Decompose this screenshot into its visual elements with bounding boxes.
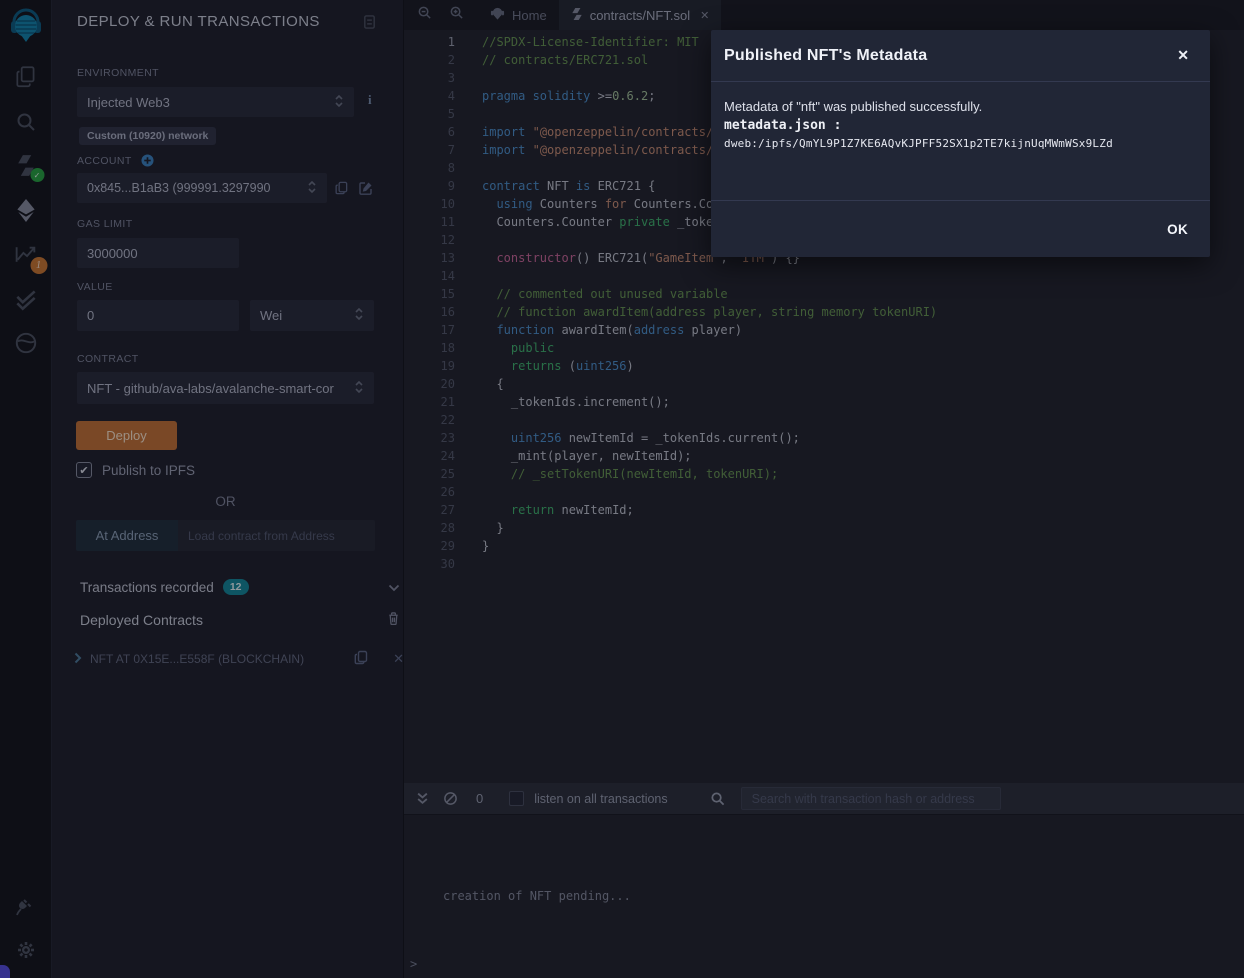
published-metadata-modal: Published NFT's Metadata ✕ Metadata of "… (711, 30, 1210, 257)
modal-message: Metadata of "nft" was published successf… (724, 99, 1197, 114)
modal-header: Published NFT's Metadata ✕ (711, 30, 1210, 82)
modal-ipfs-url: dweb:/ipfs/QmYL9P1Z7KE6AQvKJPFF52SX1p2TE… (724, 137, 1197, 150)
modal-close-icon[interactable]: ✕ (1169, 43, 1197, 68)
modal-filename: metadata.json : (724, 118, 1197, 133)
modal-body: Metadata of "nft" was published successf… (711, 82, 1210, 200)
remix-ide-window: ✓ 1 (0, 0, 1244, 978)
modal-title: Published NFT's Metadata (724, 47, 927, 65)
modal-footer: OK (711, 200, 1210, 257)
ok-button[interactable]: OK (1167, 222, 1188, 237)
